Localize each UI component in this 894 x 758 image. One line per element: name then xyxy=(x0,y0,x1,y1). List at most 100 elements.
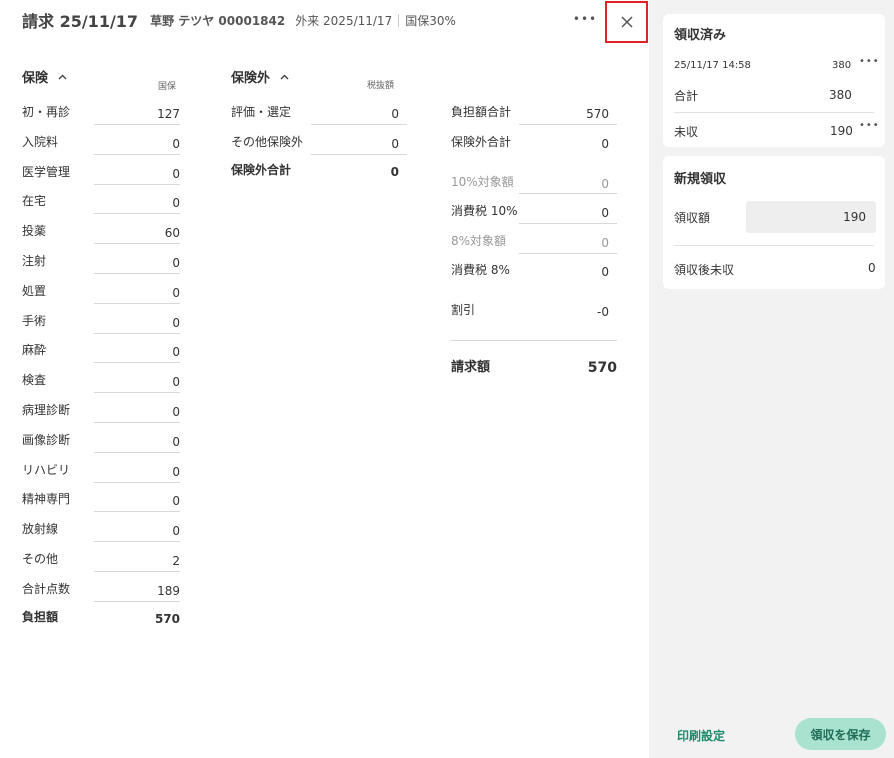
insurance-section-title: 保険 xyxy=(22,71,49,86)
new-receipt-card: 新規領収 領収額 領収後未収 0 xyxy=(663,156,885,289)
summary-discount-row: 割引 -0 xyxy=(451,297,609,321)
insurance-row: 合計点数 189 xyxy=(22,576,180,600)
receipt-amount-input[interactable] xyxy=(746,201,876,233)
row-value: 0 xyxy=(601,177,609,191)
row-underline xyxy=(311,124,407,125)
row-value: 0 xyxy=(172,465,180,479)
row-value: 127 xyxy=(157,107,180,121)
insurance-row: 病理診断 0 xyxy=(22,397,180,421)
non-insurance-row: 評価・選定 0 xyxy=(231,99,399,123)
row-value: 0 xyxy=(601,137,609,151)
close-button[interactable] xyxy=(605,1,648,43)
row-underline xyxy=(94,511,180,512)
receipt-amount-label: 領収額 xyxy=(674,211,711,225)
patient-info: 草野 テツヤ 00001842 xyxy=(150,13,286,28)
row-underline xyxy=(94,333,180,334)
row-value: 0 xyxy=(172,196,180,210)
row-label: 画像診断 xyxy=(22,432,71,447)
insurance-section-toggle[interactable]: 保険 xyxy=(22,67,67,86)
summary-non-insurance-row: 保険外合計 0 xyxy=(451,129,609,153)
insurance-row: 医学管理 0 xyxy=(22,159,180,183)
row-label: その他保険外 xyxy=(231,134,304,149)
card-divider xyxy=(674,245,874,246)
row-value: 189 xyxy=(157,584,180,598)
non-insurance-section-title: 保険外 xyxy=(231,71,271,86)
insurance-row: 検査 0 xyxy=(22,367,180,391)
row-label: 処置 xyxy=(22,283,47,298)
non-insurance-section-toggle[interactable]: 保険外 xyxy=(231,67,289,86)
receipt-entry-more-button[interactable]: ••• xyxy=(859,56,880,67)
billed-value: 570 xyxy=(587,360,617,376)
row-label: その他 xyxy=(22,551,59,566)
row-underline xyxy=(94,124,180,125)
row-label: 検査 xyxy=(22,372,47,387)
row-label: 8%対象額 xyxy=(451,233,507,248)
row-label: リハビリ xyxy=(22,462,71,477)
after-receipt-unpaid-value: 0 xyxy=(868,261,876,275)
insurance-row: 麻酔 0 xyxy=(22,337,180,361)
row-label: 入院料 xyxy=(22,134,59,149)
receipt-entry-date: 25/11/17 14:58 xyxy=(674,60,751,71)
row-label: 割引 xyxy=(451,302,476,317)
payment-panel: 領収済み 25/11/17 14:58 380 ••• 合計 380 未収 19… xyxy=(649,0,894,758)
received-total-label: 合計 xyxy=(674,89,699,103)
insurance-row: その他 2 xyxy=(22,546,180,570)
row-underline xyxy=(94,482,180,483)
row-underline xyxy=(94,541,180,542)
save-receipt-button[interactable]: 領収を保存 xyxy=(795,718,886,750)
summary-burden-total-row: 負担額合計 570 xyxy=(451,99,609,123)
non-insurance-total-label: 保険外合計 xyxy=(231,162,292,177)
row-underline xyxy=(94,154,180,155)
row-underline xyxy=(94,422,180,423)
row-value: 0 xyxy=(172,405,180,419)
page-title: 請求 25/11/17 xyxy=(22,12,139,31)
insurance-row: 入院料 0 xyxy=(22,129,180,153)
insurance-row: 投薬 60 xyxy=(22,218,180,242)
row-value: 570 xyxy=(586,107,609,121)
row-value: 0 xyxy=(172,316,180,330)
insurance-row: 注射 0 xyxy=(22,248,180,272)
row-value: 2 xyxy=(172,554,180,568)
unpaid-label: 未収 xyxy=(674,125,699,139)
summary-tax-8-row: 消費税 8% 0 xyxy=(451,257,609,281)
received-card-title: 領収済み xyxy=(674,28,727,43)
row-underline xyxy=(94,243,180,244)
row-value: 0 xyxy=(172,435,180,449)
row-value: 0 xyxy=(172,375,180,389)
insurance-row: リハビリ 0 xyxy=(22,457,180,481)
row-underline xyxy=(94,571,180,572)
row-label: 保険外合計 xyxy=(451,134,512,149)
after-receipt-unpaid-label: 領収後未収 xyxy=(674,263,735,277)
received-total-value: 380 xyxy=(829,88,852,102)
row-label: 放射線 xyxy=(22,521,59,536)
chevron-up-icon xyxy=(280,74,289,79)
insurance-info: 国保30% xyxy=(405,13,456,28)
row-value: 0 xyxy=(172,137,180,151)
row-underline xyxy=(519,193,617,194)
chevron-up-icon xyxy=(58,74,67,79)
unpaid-value: 190 xyxy=(830,124,853,138)
row-value: 0 xyxy=(601,265,609,279)
summary-tax-10-row: 消費税 10% 0 xyxy=(451,198,609,222)
insurance-row: 精神専門 0 xyxy=(22,486,180,510)
close-icon xyxy=(620,16,633,28)
row-label: 精神専門 xyxy=(22,491,71,506)
row-underline xyxy=(94,303,180,304)
insurance-row: 手術 0 xyxy=(22,308,180,332)
row-underline xyxy=(94,362,180,363)
row-underline xyxy=(94,452,180,453)
card-divider xyxy=(674,112,874,113)
print-settings-link[interactable]: 印刷設定 xyxy=(677,727,725,744)
row-label: 評価・選定 xyxy=(231,104,292,119)
row-label: 消費税 10% xyxy=(451,203,518,218)
unpaid-more-button[interactable]: ••• xyxy=(859,120,880,131)
more-options-button[interactable]: ••• xyxy=(572,11,598,29)
visit-info: 外来 2025/11/17 xyxy=(295,13,393,28)
row-label: 注射 xyxy=(22,253,47,268)
row-value: 0 xyxy=(172,345,180,359)
row-underline xyxy=(311,154,407,155)
row-label: 合計点数 xyxy=(22,581,71,596)
row-underline xyxy=(94,213,180,214)
row-label: 手術 xyxy=(22,313,47,328)
row-value: 0 xyxy=(391,107,399,121)
